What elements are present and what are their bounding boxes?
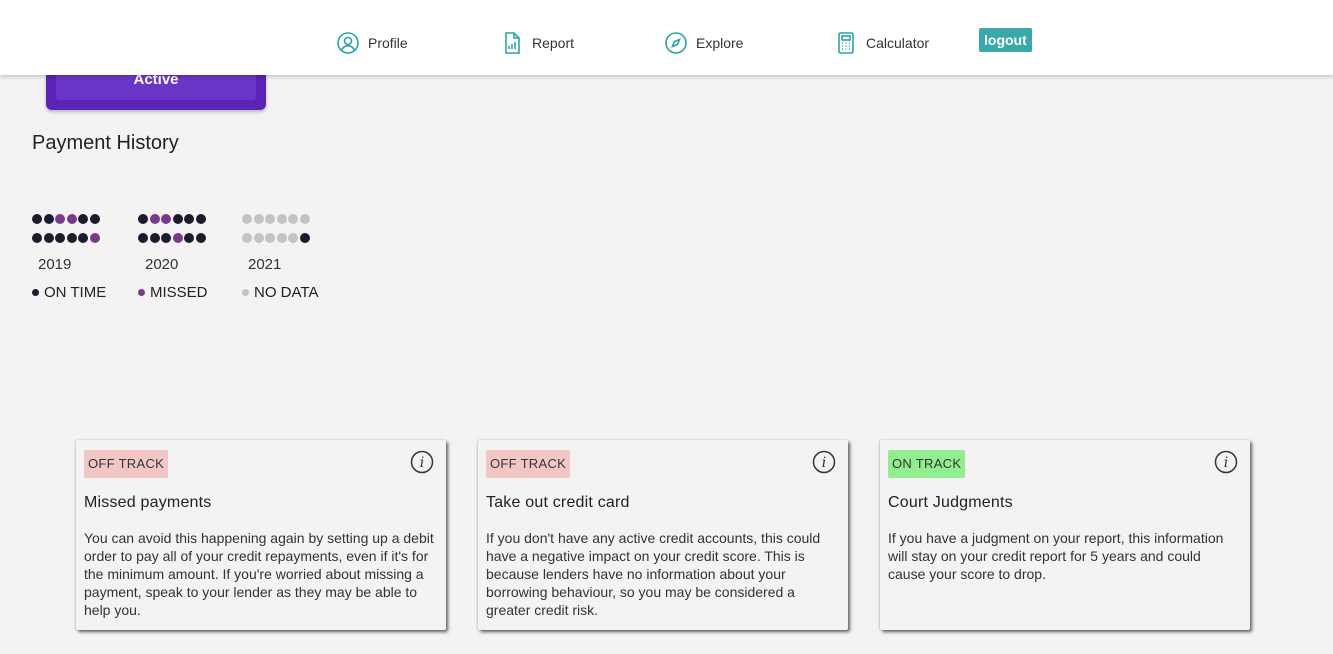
payment-dot-no-data xyxy=(276,214,287,224)
dot-row xyxy=(32,214,101,226)
info-icon[interactable]: i xyxy=(410,450,434,474)
legend-no-data: NO DATA xyxy=(242,284,318,301)
payment-dot-no-data xyxy=(265,214,275,224)
nav-report[interactable]: Report xyxy=(500,31,574,55)
payment-dot-no-data xyxy=(288,214,298,224)
payment-dot-on-time xyxy=(184,214,194,224)
card-body: If you don't have any active credit acco… xyxy=(486,530,821,618)
payment-dot-on-time xyxy=(172,214,183,224)
payment-dot-on-time xyxy=(66,233,77,243)
payment-dot-on-time xyxy=(184,233,194,243)
calculator-icon xyxy=(838,32,854,54)
payment-dot-missed xyxy=(89,233,100,243)
payment-dot-missed xyxy=(66,214,77,224)
payment-dot-on-time xyxy=(32,233,42,243)
year-label-2020: 2020 xyxy=(145,256,179,273)
payment-dot-on-time xyxy=(299,233,310,243)
payment-dot-missed xyxy=(172,233,183,243)
card-body: You can avoid this happening again by se… xyxy=(84,530,434,618)
info-icon[interactable]: i xyxy=(1214,450,1238,474)
payment-dot-on-time xyxy=(138,214,148,224)
legend-on-time-label: ON TIME xyxy=(44,284,107,301)
compass-icon xyxy=(665,32,687,54)
card-body: If you have a judgment on your report, t… xyxy=(888,530,1224,582)
payment-dot-on-time xyxy=(195,233,206,243)
year-label-2019: 2019 xyxy=(38,256,72,273)
payment-dot-on-time xyxy=(55,233,65,243)
payment-dot-on-time xyxy=(78,233,88,243)
payment-dot-on-time xyxy=(149,233,160,243)
status-badge: OFF TRACK xyxy=(486,450,571,478)
card-title: Court Judgments xyxy=(888,494,1013,511)
top-nav-bar: Profile Report Explore Calculator logout xyxy=(0,0,1333,75)
report-document-icon xyxy=(505,32,520,54)
payment-dot-no-data xyxy=(253,214,264,224)
legend-no-data-label: NO DATA xyxy=(254,284,319,301)
insight-card-credit-card: OFF TRACK i Take out credit card If you … xyxy=(478,440,848,630)
legend-missed: MISSED xyxy=(138,284,208,301)
payment-dot-no-data xyxy=(276,233,287,243)
dot-row xyxy=(32,233,101,245)
nav-profile[interactable]: Profile xyxy=(336,31,408,55)
payment-dot-no-data xyxy=(265,233,275,243)
user-circle-icon xyxy=(337,32,359,54)
legend-on-time: ON TIME xyxy=(32,284,106,301)
payment-dot-on-time xyxy=(138,233,148,243)
payment-dot-no-data xyxy=(242,214,252,224)
svg-text:i: i xyxy=(420,455,424,471)
payment-history-title: Payment History xyxy=(32,132,179,154)
status-badge: ON TRACK xyxy=(888,450,966,478)
payment-dot-missed xyxy=(55,214,65,224)
payment-dot-missed xyxy=(149,214,160,224)
payment-dot-on-time xyxy=(161,233,171,243)
payment-dot-on-time xyxy=(32,214,42,224)
payment-dot-missed xyxy=(161,214,171,224)
nav-report-label: Report xyxy=(532,35,575,51)
payment-dot-on-time xyxy=(195,214,206,224)
nav-explore-label: Explore xyxy=(696,35,744,51)
svg-text:i: i xyxy=(822,455,826,471)
nav-calculator-label: Calculator xyxy=(866,35,930,51)
insight-card-court-judgments: ON TRACK i Court Judgments If you have a… xyxy=(880,440,1250,630)
missed-dot-icon xyxy=(138,289,145,296)
nav-profile-label: Profile xyxy=(368,35,408,51)
dot-row xyxy=(138,233,207,245)
payment-dot-no-data xyxy=(299,214,310,224)
on-time-dot-icon xyxy=(32,289,39,296)
payment-dot-no-data xyxy=(253,233,264,243)
nav-explore[interactable]: Explore xyxy=(664,31,743,55)
insight-card-missed-payments: OFF TRACK i Missed payments You can avoi… xyxy=(76,440,446,630)
payment-dot-on-time xyxy=(78,214,88,224)
payment-dot-on-time xyxy=(43,233,54,243)
card-title: Missed payments xyxy=(84,494,212,511)
dot-row xyxy=(138,214,207,226)
payment-dot-no-data xyxy=(288,233,298,243)
year-label-2021: 2021 xyxy=(248,256,282,273)
year-dots-2021 xyxy=(242,214,311,252)
card-title: Take out credit card xyxy=(486,494,630,511)
status-badge: OFF TRACK xyxy=(84,450,169,478)
payment-dot-on-time xyxy=(43,214,54,224)
year-dots-2020 xyxy=(138,214,207,252)
payment-dot-no-data xyxy=(242,233,252,243)
nav-calculator[interactable]: Calculator xyxy=(834,31,929,55)
year-dots-2019 xyxy=(32,214,101,252)
svg-text:i: i xyxy=(1224,455,1228,471)
no-data-dot-icon xyxy=(242,289,249,296)
legend-missed-label: MISSED xyxy=(150,284,208,301)
info-icon[interactable]: i xyxy=(812,450,836,474)
logout-button[interactable]: logout xyxy=(979,28,1032,52)
payment-dot-on-time xyxy=(89,214,100,224)
dot-row xyxy=(242,233,311,245)
dot-row xyxy=(242,214,311,226)
